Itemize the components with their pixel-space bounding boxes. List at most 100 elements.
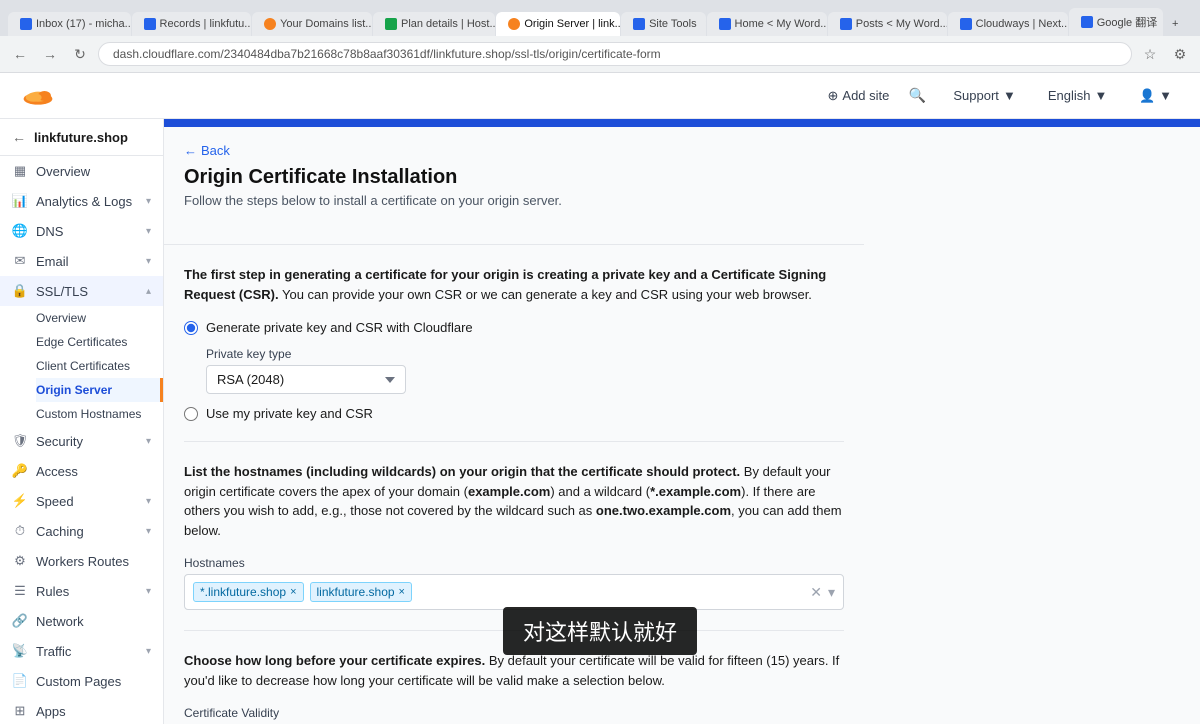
reload-button[interactable]: ↻ — [68, 42, 92, 66]
hostnames-label: Hostnames — [184, 556, 844, 570]
sidebar-item-analytics[interactable]: 📊 Analytics & Logs ▾ — [0, 186, 163, 216]
bookmark-button[interactable]: ☆ — [1138, 42, 1162, 66]
expiry-text: Choose how long before your certificate … — [184, 651, 844, 690]
tab-8-favicon — [840, 18, 852, 30]
search-button[interactable]: 🔍 — [905, 84, 929, 108]
radio-cloudflare-label: Generate private key and CSR with Cloudf… — [206, 320, 473, 335]
tab-8[interactable]: Posts < My Word... ✕ — [828, 12, 947, 36]
sidebar-back-button[interactable]: ← — [12, 129, 26, 145]
forward-nav-button[interactable]: → — [38, 42, 62, 66]
sidebar-item-ssl-overview[interactable]: Overview — [36, 306, 163, 330]
hostname-tag-wildcard-value: *.linkfuture.shop — [200, 585, 286, 599]
cert-validity-label: Certificate Validity — [184, 706, 844, 720]
sidebar-item-workers-routes[interactable]: ⚙ Workers Routes — [0, 546, 163, 576]
page-icon: 📄 — [12, 673, 28, 689]
sidebar-item-workers-label: Workers Routes — [36, 554, 129, 569]
extensions-button[interactable]: ⚙ — [1168, 42, 1192, 66]
hostname-tag-wildcard-close[interactable]: × — [290, 586, 296, 598]
sidebar-item-rules-label: Rules — [36, 584, 69, 599]
language-button[interactable]: English ▼ — [1040, 84, 1116, 107]
tab-8-label: Posts < My Word... — [856, 18, 947, 30]
sidebar-item-apps[interactable]: ⊞ Apps — [0, 696, 163, 724]
grid-icon: ▦ — [12, 163, 28, 179]
ssl-overview-label: Overview — [36, 311, 86, 325]
radio-own-label: Use my private key and CSR — [206, 406, 373, 421]
sidebar-item-apps-label: Apps — [36, 704, 66, 719]
private-key-select[interactable]: RSA (2048) ECDSA P-256 RSA (4096) — [206, 365, 406, 394]
sidebar-item-network[interactable]: 🔗 Network — [0, 606, 163, 636]
tab-6[interactable]: Site Tools ✕ — [621, 12, 705, 36]
tab-10[interactable]: Google 翻译 ✕ — [1069, 8, 1163, 36]
mid-divider — [184, 441, 844, 442]
tab-5-active[interactable]: Origin Server | link... ✕ — [496, 12, 620, 36]
subtitle-text: 对这样默认就好 — [523, 620, 677, 645]
sidebar-item-rules[interactable]: ☰ Rules ▾ — [0, 576, 163, 606]
custom-hostnames-label: Custom Hostnames — [36, 407, 141, 421]
tab-2[interactable]: Records | linkfutu... ✕ — [132, 12, 252, 36]
caching-chevron-icon: ▾ — [146, 526, 151, 537]
tab-6-close[interactable]: ✕ — [705, 19, 706, 30]
csr-radio-group: Generate private key and CSR with Cloudf… — [184, 320, 844, 421]
tab-7[interactable]: Home < My Word... ✕ — [707, 12, 827, 36]
radio-own-option[interactable]: Use my private key and CSR — [184, 406, 844, 421]
clock-icon: ⏱ — [12, 523, 28, 539]
tab-9[interactable]: Cloudways | Next... ✕ — [948, 12, 1068, 36]
sidebar-item-custom-hostnames[interactable]: Custom Hostnames — [36, 402, 163, 426]
radio-cloudflare-input[interactable] — [184, 321, 198, 335]
example1: example.com — [468, 484, 550, 499]
tab-3[interactable]: Your Domains list... ✕ — [252, 12, 372, 36]
sidebar-item-access[interactable]: 🔑 Access — [0, 456, 163, 486]
chart-icon: 📊 — [12, 193, 28, 209]
support-chevron-icon: ▼ — [1003, 88, 1016, 103]
support-button[interactable]: Support ▼ — [945, 84, 1023, 107]
expiry-bold-start: Choose how long before your certificate … — [184, 653, 485, 668]
sidebar-item-caching-label: Caching — [36, 524, 84, 539]
sidebar-item-custom-pages[interactable]: 📄 Custom Pages — [0, 666, 163, 696]
tab-3-favicon — [264, 18, 276, 30]
sidebar-item-network-label: Network — [36, 614, 84, 629]
hostname-tag-main-close[interactable]: × — [399, 586, 405, 598]
sidebar-item-ssl[interactable]: 🔒 SSL/TLS ▴ — [0, 276, 163, 306]
hostname-tag-main[interactable]: linkfuture.shop × — [310, 582, 412, 602]
private-key-container: Private key type RSA (2048) ECDSA P-256 … — [184, 347, 844, 394]
tab-7-label: Home < My Word... — [735, 18, 827, 30]
info-text-bold-start: The first step in generating a certifica… — [184, 267, 826, 302]
tab-4[interactable]: Plan details | Host... ✕ — [373, 12, 495, 36]
hostnames-info-text: List the hostnames (including wildcards)… — [184, 462, 844, 540]
tab-2-label: Records | linkfutu... — [160, 18, 252, 30]
example3: one.two.example.com — [596, 503, 731, 518]
hostnames-info-bold: List the hostnames (including wildcards)… — [184, 464, 740, 479]
sidebar-item-overview[interactable]: ▦ Overview — [0, 156, 163, 186]
sidebar-item-email[interactable]: ✉ Email ▾ — [0, 246, 163, 276]
tab-10-label: Google 翻译 — [1097, 14, 1158, 30]
hostname-tag-wildcard[interactable]: *.linkfuture.shop × — [193, 582, 304, 602]
tab-1[interactable]: Inbox (17) - micha... ✕ — [8, 12, 131, 36]
new-tab-button[interactable]: + — [1164, 12, 1192, 36]
private-key-label: Private key type — [206, 347, 844, 361]
radio-cloudflare-option[interactable]: Generate private key and CSR with Cloudf… — [184, 320, 844, 335]
add-site-button[interactable]: ⊕ Add site — [828, 88, 890, 104]
cloudflare-logo — [20, 83, 56, 109]
ssl-subitems: Overview Edge Certificates Client Certif… — [0, 306, 163, 426]
hostnames-input[interactable]: *.linkfuture.shop × linkfuture.shop × ✕ … — [184, 574, 844, 610]
sidebar-item-origin-server[interactable]: Origin Server — [36, 378, 163, 402]
add-site-label: Add site — [842, 88, 889, 103]
radio-own-input[interactable] — [184, 407, 198, 421]
sidebar-item-dns-label: DNS — [36, 224, 63, 239]
user-menu-button[interactable]: 👤 ▼ — [1131, 84, 1180, 108]
sidebar-item-security-label: Security — [36, 434, 83, 449]
sidebar-item-dns[interactable]: 🌐 DNS ▾ — [0, 216, 163, 246]
sidebar-item-speed[interactable]: ⚡ Speed ▾ — [0, 486, 163, 516]
sidebar-item-caching[interactable]: ⏱ Caching ▾ — [0, 516, 163, 546]
back-nav-button[interactable]: ← — [8, 42, 32, 66]
back-link[interactable]: ← Back — [164, 127, 864, 166]
hostnames-clear-button[interactable]: ✕ — [810, 584, 822, 601]
example2: *.example.com — [650, 484, 741, 499]
sidebar-item-traffic[interactable]: 📡 Traffic ▾ — [0, 636, 163, 666]
sidebar-item-edge-certificates[interactable]: Edge Certificates — [36, 330, 163, 354]
sidebar-item-client-certificates[interactable]: Client Certificates — [36, 354, 163, 378]
sidebar-item-security[interactable]: 🛡 Security ▾ — [0, 426, 163, 456]
hostnames-dropdown-button[interactable]: ▾ — [828, 584, 835, 601]
dns-chevron-icon: ▾ — [146, 226, 151, 237]
address-bar[interactable]: dash.cloudflare.com/2340484dba7b21668c78… — [98, 42, 1132, 66]
